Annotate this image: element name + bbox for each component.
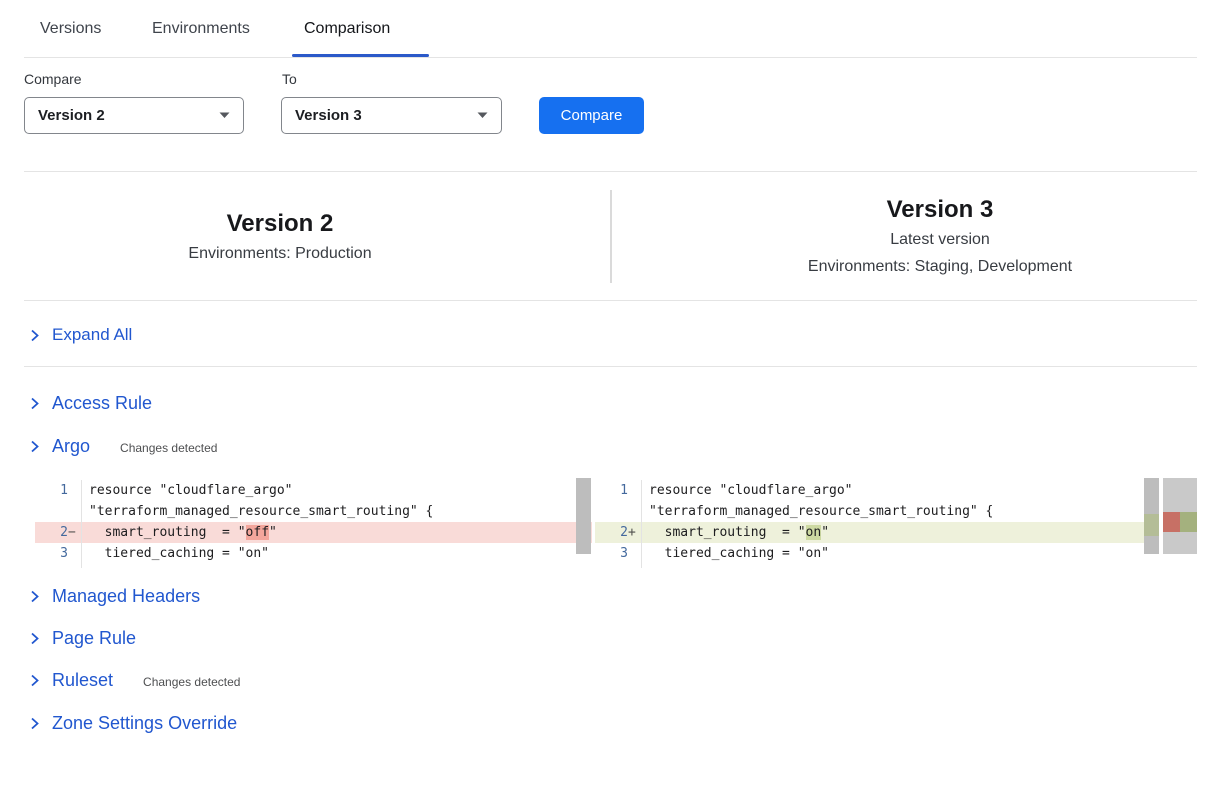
expand-all-label: Expand All [52,325,132,345]
section-label: Zone Settings Override [52,713,237,734]
chevron-right-icon [28,717,41,730]
chevron-right-icon [28,329,41,342]
removed-token: off [246,525,269,540]
code-row: } [35,564,592,568]
code-line: } [642,564,1159,568]
header-bottom-divider [24,300,1197,301]
code-row-wrapped: "terraform_managed_resource_smart_routin… [595,501,1159,522]
expand-all-divider [24,366,1197,367]
code-line: smart_routing = "on" [642,522,1159,543]
scrollbar-thumb[interactable] [1144,478,1159,554]
code-line: } [82,564,592,568]
version-panels-divider [610,190,612,283]
right-version-subtitle: Latest version [660,226,1220,253]
left-version-header: Version 2 Environments: Production [24,208,536,267]
to-label: To [282,71,297,87]
minimap-removed-marker [1163,512,1180,532]
expand-all-button[interactable]: Expand All [28,325,132,345]
dropdown-caret-icon [219,112,230,119]
header-top-divider [24,171,1197,172]
compare-label: Compare [24,71,82,87]
code-row: 3 tiered_caching = "on" [35,543,592,564]
left-version-environments: Environments: Production [24,240,536,267]
tab-environments[interactable]: Environments [152,20,250,38]
tab-comparison[interactable]: Comparison [304,20,390,38]
code-row: 3 tiered_caching = "on" [595,543,1159,564]
section-managed-headers[interactable]: Managed Headers [28,586,200,607]
code-line: tiered_caching = "on" [82,543,592,564]
diff-minimap[interactable] [1163,478,1197,554]
chevron-right-icon [28,632,41,645]
compare-from-select[interactable]: Version 2 [24,97,244,134]
diff-editor-left: 1 resource "cloudflare_argo" "terraform_… [35,478,592,568]
removed-code-row: 2− smart_routing = "off" [35,522,592,543]
right-version-title: Version 3 [660,194,1220,226]
section-label: Page Rule [52,628,136,649]
scrollbar-diff-marker [1144,514,1159,536]
section-access-rule[interactable]: Access Rule [28,393,152,414]
code-line: tiered_caching = "on" [642,543,1159,564]
code-row: 1 resource "cloudflare_argo" [595,480,1159,501]
chevron-right-icon [28,590,41,603]
section-label: Managed Headers [52,586,200,607]
code-line: resource "cloudflare_argo" [642,480,1159,501]
compare-button[interactable]: Compare [539,97,644,134]
code-row: } [595,564,1159,568]
diff-editor-right: 1 resource "cloudflare_argo" "terraform_… [595,478,1159,568]
section-label: Argo [52,436,90,457]
compare-to-select[interactable]: Version 3 [281,97,502,134]
section-ruleset[interactable]: Ruleset Changes detected [28,670,240,691]
section-label: Ruleset [52,670,113,691]
code-line: resource "cloudflare_argo" [82,480,592,501]
compare-from-value: Version 2 [38,107,105,124]
scrollbar-thumb[interactable] [576,478,591,554]
chevron-right-icon [28,440,41,453]
code-row-wrapped: "terraform_managed_resource_smart_routin… [35,501,592,522]
dropdown-caret-icon [477,112,488,119]
code-line: "terraform_managed_resource_smart_routin… [82,501,592,522]
added-token: on [806,525,822,540]
tab-versions[interactable]: Versions [40,20,101,38]
code-line: smart_routing = "off" [82,522,592,543]
code-row: 1 resource "cloudflare_argo" [35,480,592,501]
section-zone-settings-override[interactable]: Zone Settings Override [28,713,237,734]
tabbar-divider [24,57,1197,58]
changes-detected-badge: Changes detected [143,672,240,689]
left-version-title: Version 2 [24,208,536,240]
section-label: Access Rule [52,393,152,414]
right-version-header: Version 3 Latest version Environments: S… [660,194,1220,280]
chevron-right-icon [28,674,41,687]
code-line: "terraform_managed_resource_smart_routin… [642,501,1159,522]
right-version-environments: Environments: Staging, Development [660,253,1220,280]
compare-to-value: Version 3 [295,107,362,124]
changes-detected-badge: Changes detected [120,438,217,455]
added-code-row: 2+ smart_routing = "on" [595,522,1159,543]
section-page-rule[interactable]: Page Rule [28,628,136,649]
chevron-right-icon [28,397,41,410]
minimap-added-marker [1180,512,1197,532]
section-argo[interactable]: Argo Changes detected [28,436,217,457]
